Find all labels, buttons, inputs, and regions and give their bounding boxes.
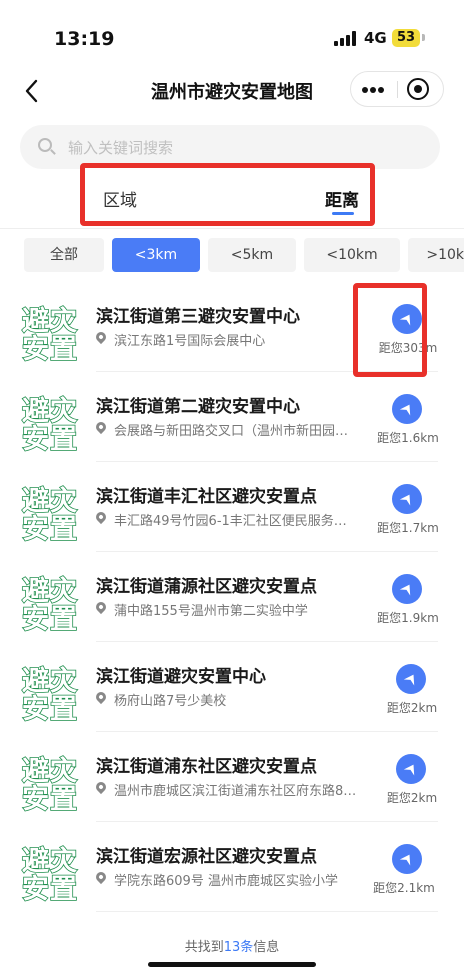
location-pin-icon — [96, 510, 109, 525]
shelter-logo: 避灾 安置 — [21, 749, 82, 816]
shelter-list-item[interactable]: 避灾 安置 滨江街道浦东社区避灾安置点温州市鹿城区滨江街道浦东社区府东路8… 距您2k… — [0, 732, 464, 822]
distance-highlight-box — [353, 283, 427, 377]
shelter-address: 会展路与新田路交叉口（温州市新田园… — [114, 424, 349, 439]
shelter-logo: 避灾 安置 — [21, 299, 82, 366]
shelter-address-row: 学院东路609号 温州市鹿城区实验小学 — [96, 870, 376, 890]
battery-icon: 53 — [392, 29, 420, 47]
row-divider — [96, 911, 438, 912]
filter-chip-3km[interactable]: <3km — [112, 238, 200, 272]
distance-label: 距您2km — [386, 791, 438, 805]
location-pin-icon — [96, 870, 109, 885]
network-type: 4G — [364, 29, 387, 47]
home-indicator — [148, 962, 316, 967]
navigate-icon[interactable] — [392, 484, 422, 514]
shelter-name: 滨江街道丰汇社区避灾安置点 — [96, 487, 317, 507]
shelter-address-row: 蒲中路155号温州市第二实验中学 — [96, 600, 376, 620]
shelter-name: 滨江街道避灾安置中心 — [96, 667, 266, 687]
location-pin-icon — [96, 690, 109, 705]
shelter-name: 滨江街道第二避灾安置中心 — [96, 397, 300, 417]
search-input[interactable] — [66, 133, 430, 163]
shelter-logo: 避灾 安置 — [21, 839, 82, 906]
location-pin-icon — [96, 780, 109, 795]
location-pin-icon — [96, 330, 109, 345]
filter-chip-all[interactable]: 全部 — [24, 238, 104, 272]
active-tab-indicator — [332, 212, 354, 215]
close-target-icon[interactable] — [407, 78, 429, 100]
navigate-icon[interactable] — [392, 844, 422, 874]
distance-label: 距您1.7km — [377, 521, 439, 535]
divider — [0, 228, 464, 229]
shelter-list-item[interactable]: 避灾 安置 滨江街道第二避灾安置中心会展路与新田路交叉口（温州市新田园… 距您1.6k… — [0, 372, 464, 462]
result-number: 13条 — [223, 940, 254, 955]
shelter-address: 滨江东路1号国际会展中心 — [114, 334, 266, 349]
navigate-icon[interactable] — [392, 394, 422, 424]
shelter-logo: 避灾 安置 — [21, 569, 82, 636]
distance-label: 距您1.6km — [377, 431, 439, 445]
more-icon[interactable] — [351, 72, 397, 106]
shelter-address-row: 滨江东路1号国际会展中心 — [96, 330, 376, 350]
location-pin-icon — [96, 420, 109, 435]
distance-label: 距您1.9km — [377, 611, 439, 625]
distance-label: 距您2km — [386, 701, 438, 715]
shelter-address: 蒲中路155号温州市第二实验中学 — [114, 604, 308, 619]
status-bar: 13:19 4G 53 — [0, 0, 464, 76]
tab-distance[interactable]: 距离 — [325, 186, 359, 211]
capsule-divider — [397, 81, 398, 98]
location-pin-icon — [96, 600, 109, 615]
shelter-list-item[interactable]: 避灾 安置 滨江街道丰汇社区避灾安置点丰汇路49号竹园6-1丰汇社区便民服务… 距您1… — [0, 462, 464, 552]
nav-bar: 温州市避灾安置地图 — [0, 68, 464, 112]
shelter-name: 滨江街道蒲源社区避灾安置点 — [96, 577, 317, 597]
battery-tip — [422, 34, 425, 41]
navigate-icon[interactable] — [392, 574, 422, 604]
logo-line2: 安置 — [21, 783, 78, 816]
shelter-list-item[interactable]: 避灾 安置 滨江街道避灾安置中心杨府山路7号少美校 距您2km — [0, 642, 464, 732]
shelter-logo: 避灾 安置 — [21, 659, 82, 726]
result-count: 共找到13条信息 — [0, 936, 464, 955]
signal-icon — [334, 30, 356, 46]
shelter-address-row: 丰汇路49号竹园6-1丰汇社区便民服务… — [96, 510, 376, 530]
shelter-address: 丰汇路49号竹园6-1丰汇社区便民服务… — [114, 514, 347, 529]
tab-area[interactable]: 区域 — [103, 186, 137, 211]
shelter-name: 滨江街道第三避灾安置中心 — [96, 307, 300, 327]
shelter-list-item[interactable]: 避灾 安置 滨江街道蒲源社区避灾安置点蒲中路155号温州市第二实验中学 距您1.9km — [0, 552, 464, 642]
shelter-logo: 避灾 安置 — [21, 479, 82, 546]
search-icon — [38, 138, 52, 152]
shelter-name: 滨江街道宏源社区避灾安置点 — [96, 847, 317, 867]
shelter-address-row: 会展路与新田路交叉口（温州市新田园… — [96, 420, 376, 440]
shelter-address-row: 杨府山路7号少美校 — [96, 690, 376, 710]
filter-chip-5km[interactable]: <5km — [208, 238, 296, 272]
result-suffix: 信息 — [253, 940, 280, 955]
logo-line2: 安置 — [21, 603, 78, 636]
filter-chip-over-10km[interactable]: >10km — [408, 238, 464, 272]
filter-chip-10km[interactable]: <10km — [304, 238, 400, 272]
logo-line2: 安置 — [21, 423, 78, 456]
result-prefix: 共找到 — [184, 940, 224, 955]
logo-line2: 安置 — [21, 693, 78, 726]
distance-filter-bar: 全部 <3km <5km <10km >10km — [0, 238, 464, 272]
shelter-address: 学院东路609号 温州市鹿城区实验小学 — [114, 874, 338, 889]
shelter-list-item[interactable]: 避灾 安置 滨江街道宏源社区避灾安置点学院东路609号 温州市鹿城区实验小学 距您2.… — [0, 822, 464, 912]
logo-line2: 安置 — [21, 333, 78, 366]
status-time: 13:19 — [54, 28, 115, 50]
mini-program-capsule — [350, 71, 444, 107]
distance-label: 距您2.1km — [373, 881, 435, 895]
shelter-address-row: 温州市鹿城区滨江街道浦东社区府东路8… — [96, 780, 376, 800]
shelter-name: 滨江街道浦东社区避灾安置点 — [96, 757, 317, 777]
logo-line2: 安置 — [21, 873, 78, 906]
logo-line2: 安置 — [21, 513, 78, 546]
shelter-address: 温州市鹿城区滨江街道浦东社区府东路8… — [114, 784, 357, 799]
navigate-icon[interactable] — [396, 754, 426, 784]
navigate-icon[interactable] — [396, 664, 426, 694]
tabs-highlight-box: 区域 距离 — [80, 163, 375, 226]
shelter-address: 杨府山路7号少美校 — [114, 694, 227, 709]
shelter-logo: 避灾 安置 — [21, 389, 82, 456]
